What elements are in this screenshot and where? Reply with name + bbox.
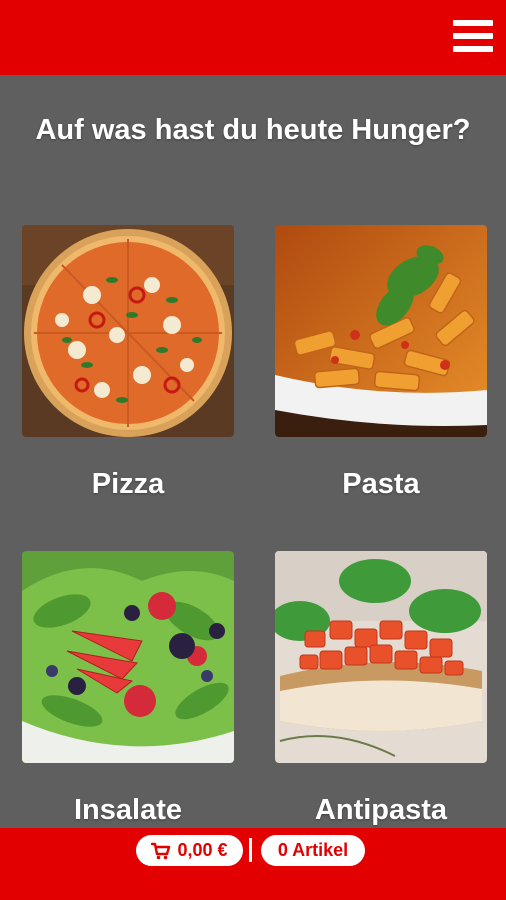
category-label: Antipasta: [314, 794, 448, 826]
category-label: Pizza: [91, 468, 165, 500]
item-count-button[interactable]: 0 Artikel: [261, 835, 365, 866]
salad-image: [22, 551, 234, 763]
cart-total-button[interactable]: 0,00 €: [136, 835, 243, 866]
category-tile-pizza[interactable]: Pizza: [22, 225, 234, 500]
page-title: Auf was hast du heute Hunger?: [35, 114, 471, 146]
pizza-image: [22, 225, 234, 437]
bruschetta-image: [275, 551, 487, 763]
category-tile-antipasta[interactable]: Antipasta: [275, 551, 487, 826]
item-count-value: 0 Artikel: [277, 840, 349, 860]
category-label: Insalate: [74, 794, 182, 826]
category-label: Pasta: [342, 468, 420, 500]
category-tile-pasta[interactable]: Pasta: [275, 225, 487, 500]
top-bar: [0, 0, 506, 75]
category-tile-insalate[interactable]: Insalate: [22, 551, 234, 826]
shopping-cart-icon: [151, 842, 171, 859]
hamburger-menu-icon[interactable]: [453, 18, 493, 54]
divider: [249, 838, 252, 862]
bottom-bar: 0,00 € 0 Artikel: [0, 828, 506, 900]
cart-total-value: 0,00 €: [177, 840, 228, 860]
pasta-image: [275, 225, 487, 437]
